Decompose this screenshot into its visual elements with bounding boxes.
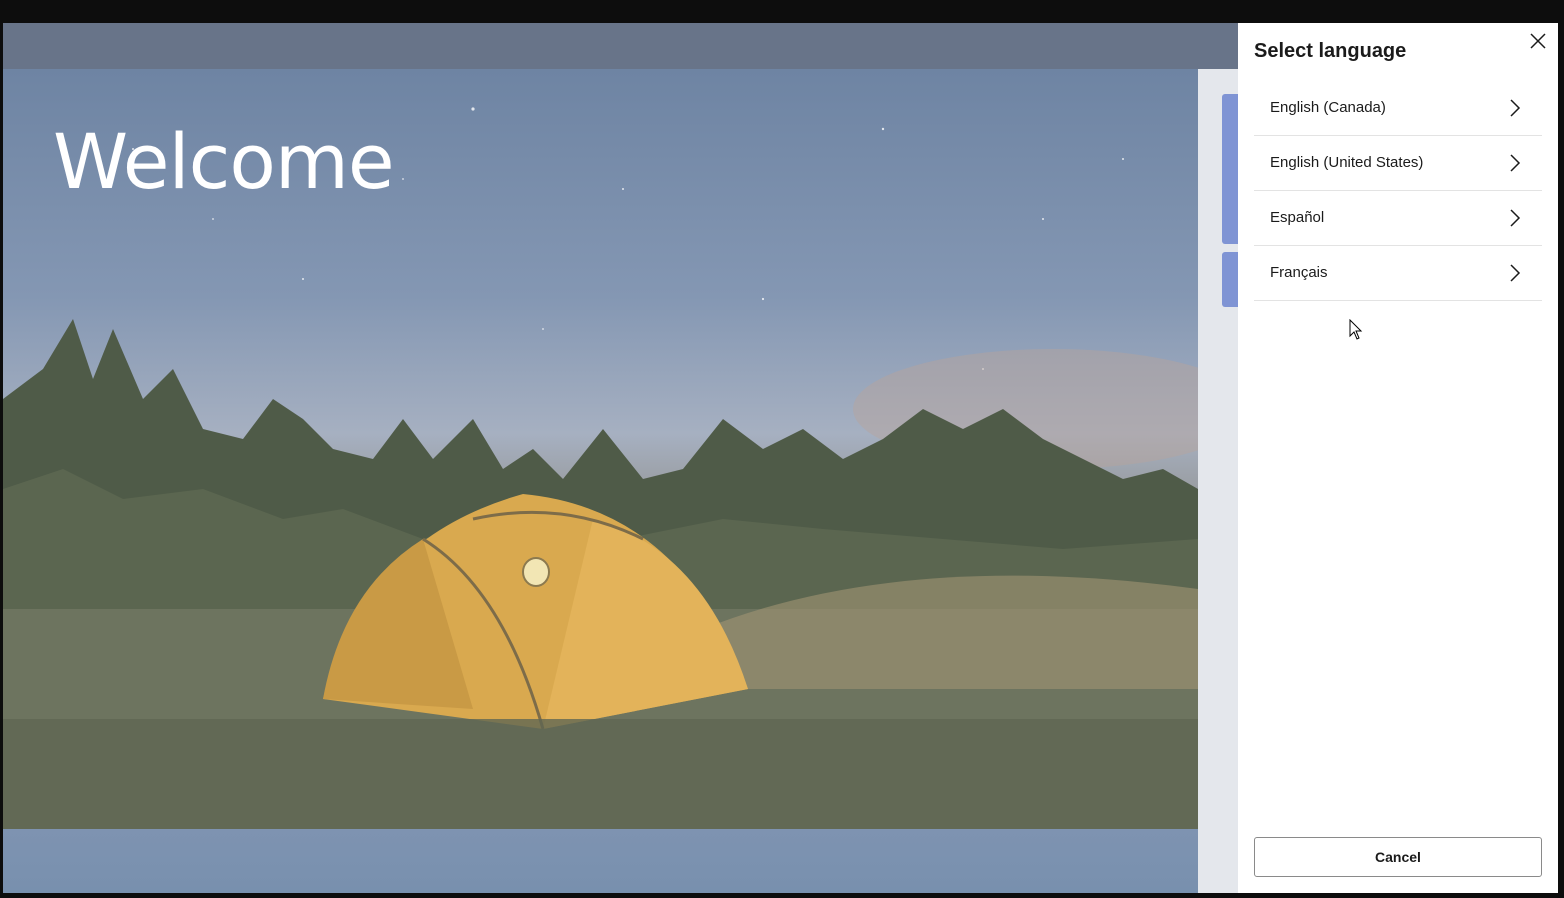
- chevron-right-icon: [1510, 154, 1521, 172]
- obscured-button: [1222, 252, 1238, 307]
- language-option-english-united-states[interactable]: English (United States): [1254, 136, 1542, 191]
- language-option-espanol[interactable]: Español: [1254, 191, 1542, 246]
- chevron-right-icon: [1510, 99, 1521, 117]
- close-button[interactable]: [1526, 29, 1550, 53]
- select-language-panel: Select language English (Canada) English…: [1238, 23, 1558, 893]
- obscured-button: [1222, 94, 1238, 244]
- top-bar: [3, 23, 1238, 69]
- language-list: English (Canada) English (United States)…: [1254, 81, 1542, 301]
- language-label: Français: [1270, 264, 1328, 281]
- app-window: Welcome Select language English (Canada)…: [3, 23, 1558, 893]
- language-option-francais[interactable]: Français: [1254, 246, 1542, 301]
- welcome-background-image: Welcome: [3, 69, 1198, 829]
- cancel-button[interactable]: Cancel: [1254, 837, 1542, 877]
- chevron-right-icon: [1510, 264, 1521, 282]
- background-image-bottom: [3, 829, 1198, 893]
- chevron-right-icon: [1510, 209, 1521, 227]
- panel-title: Select language: [1254, 40, 1407, 62]
- language-label: English (United States): [1270, 154, 1424, 171]
- language-label: English (Canada): [1270, 99, 1386, 116]
- close-icon: [1530, 33, 1546, 49]
- language-option-english-canada[interactable]: English (Canada): [1254, 81, 1542, 136]
- mouse-cursor-icon: [1349, 319, 1363, 340]
- language-label: Español: [1270, 209, 1325, 226]
- welcome-heading: Welcome: [53, 117, 395, 206]
